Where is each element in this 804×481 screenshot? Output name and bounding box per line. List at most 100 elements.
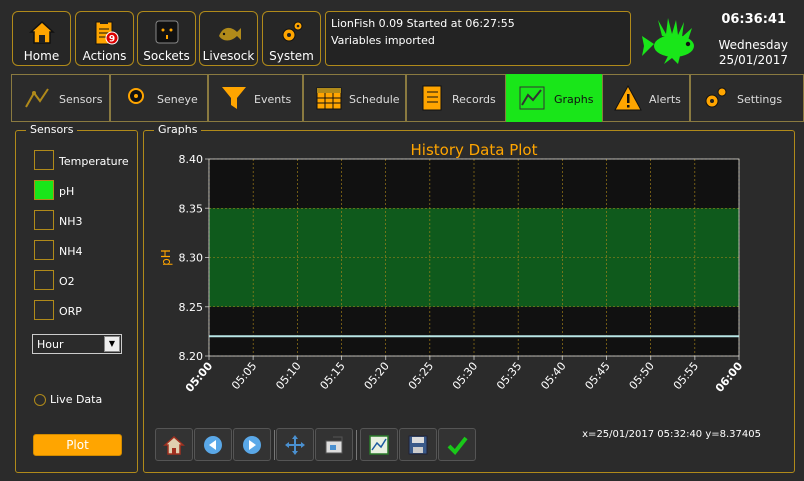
status-line: LionFish 0.09 Started at 06:27:55 (331, 17, 515, 30)
apply-button[interactable] (438, 428, 476, 461)
tab-alerts[interactable]: Alerts (602, 74, 690, 122)
y-tick-label: 8.40 (179, 153, 204, 166)
tab-label: Records (452, 93, 496, 106)
x-tick-label: 05:40 (538, 360, 568, 393)
range-select-value: Hour (37, 338, 64, 351)
back-button[interactable] (194, 428, 232, 461)
y-tick-label: 8.25 (179, 301, 204, 314)
plot-button[interactable]: Plot (33, 434, 122, 456)
orp-label: ORP (59, 305, 82, 318)
chart-title: History Data Plot (411, 141, 538, 159)
sensors-group-title: Sensors (26, 123, 78, 136)
subplot-config-button[interactable] (360, 428, 398, 461)
actions-label: Actions (82, 49, 127, 63)
forward-button[interactable] (233, 428, 271, 461)
x-tick-label: 05:15 (317, 360, 347, 393)
house-icon (28, 20, 55, 44)
nh4-label: NH4 (59, 245, 83, 258)
save-icon (408, 435, 428, 454)
sockets-label: Sockets (143, 49, 190, 63)
x-tick-label: 05:35 (494, 360, 524, 393)
o2-label: O2 (59, 275, 75, 288)
socket-icon (155, 20, 178, 44)
temperature-label: Temperature (59, 155, 129, 168)
tab-label: Events (254, 93, 292, 106)
y-tick-label: 8.35 (179, 202, 204, 215)
live-data-label: Live Data (50, 393, 103, 406)
calendar-icon (316, 87, 342, 110)
check-icon (447, 436, 468, 455)
actions-button[interactable]: 9 Actions (75, 11, 134, 66)
lionfish-logo (642, 18, 694, 64)
x-tick-label: 05:05 (229, 360, 259, 393)
tab-seneye[interactable]: Seneye (110, 74, 208, 122)
tab-records[interactable]: Records (406, 74, 506, 122)
toolbar-separator (274, 430, 275, 460)
history-chart[interactable]: History Data Plot 8.20 8.25 8.30 8.35 8.40 05:… (150, 138, 790, 420)
home-view-button[interactable] (155, 428, 193, 461)
x-tick-label: 05:50 (627, 360, 657, 393)
zoom-button[interactable] (315, 428, 353, 461)
subplot-config-icon (369, 434, 389, 455)
home-icon (163, 435, 185, 455)
tab-label: Schedule (349, 93, 400, 106)
temperature-checkbox[interactable] (34, 150, 54, 170)
tab-schedule[interactable]: Schedule (303, 74, 406, 122)
notebook-icon (422, 85, 442, 111)
y-tick-label: 8.20 (179, 350, 204, 363)
seneye-icon (128, 88, 144, 104)
tab-settings[interactable]: Settings (690, 74, 804, 122)
tab-label: Settings (737, 93, 783, 106)
pan-button[interactable] (276, 428, 314, 461)
x-tick-label: 05:25 (406, 360, 436, 393)
x-tick-label: 06:00 (713, 359, 746, 394)
x-tick-label: 05:00 (183, 359, 216, 394)
x-tick-label: 05:20 (362, 360, 392, 393)
actions-badge: 9 (108, 35, 114, 45)
home-label: Home (23, 49, 60, 63)
y-tick-label: 8.30 (179, 252, 204, 265)
warning-icon (614, 84, 642, 111)
tab-sensors[interactable]: Sensors (11, 74, 110, 122)
orp-checkbox[interactable] (34, 300, 54, 320)
x-tick-label: 05:30 (450, 360, 480, 393)
tab-graphs[interactable]: Graphs (506, 74, 602, 122)
zoom-icon (325, 436, 343, 453)
tab-label: Graphs (554, 93, 594, 106)
gears-icon (282, 21, 302, 42)
live-data-radio[interactable] (34, 394, 46, 406)
y-axis-label: pH (159, 249, 173, 266)
back-arrow-icon (204, 435, 222, 454)
graph-icon (519, 86, 545, 110)
system-label: System (269, 49, 314, 63)
livesock-button[interactable]: Livesock (199, 11, 258, 66)
status-line: Variables imported (331, 34, 435, 47)
tab-label: Alerts (649, 93, 681, 106)
nh4-checkbox[interactable] (34, 240, 54, 260)
status-log: LionFish 0.09 Started at 06:27:55 Variab… (325, 11, 631, 66)
sockets-button[interactable]: Sockets (137, 11, 196, 66)
range-select[interactable]: Hour ▼ (32, 334, 122, 354)
forward-arrow-icon (243, 435, 261, 454)
tab-label: Sensors (59, 93, 103, 106)
tab-events[interactable]: Events (208, 74, 303, 122)
x-tick-label: 05:55 (671, 360, 701, 393)
date: 25/01/2017 (718, 53, 788, 67)
livestock-icon (218, 27, 241, 41)
tab-bar: Sensors Seneye Events Schedule Records G… (11, 74, 804, 122)
coordinate-readout: x=25/01/2017 05:32:40 y=8.37405 (582, 429, 761, 440)
clipboard-icon: 9 (95, 20, 118, 45)
nh3-checkbox[interactable] (34, 210, 54, 230)
livesock-label: Livesock (202, 49, 255, 63)
o2-checkbox[interactable] (34, 270, 54, 290)
save-button[interactable] (399, 428, 437, 461)
ph-checkbox[interactable] (34, 180, 54, 200)
pan-icon (285, 434, 305, 455)
x-tick-label: 05:45 (582, 360, 612, 393)
home-button[interactable]: Home (12, 11, 71, 66)
system-button[interactable]: System (262, 11, 321, 66)
x-tick-label: 05:10 (273, 360, 303, 393)
clock: 06:36:41 (721, 12, 786, 27)
tab-label: Seneye (157, 93, 198, 106)
chevron-down-icon[interactable]: ▼ (104, 336, 120, 352)
